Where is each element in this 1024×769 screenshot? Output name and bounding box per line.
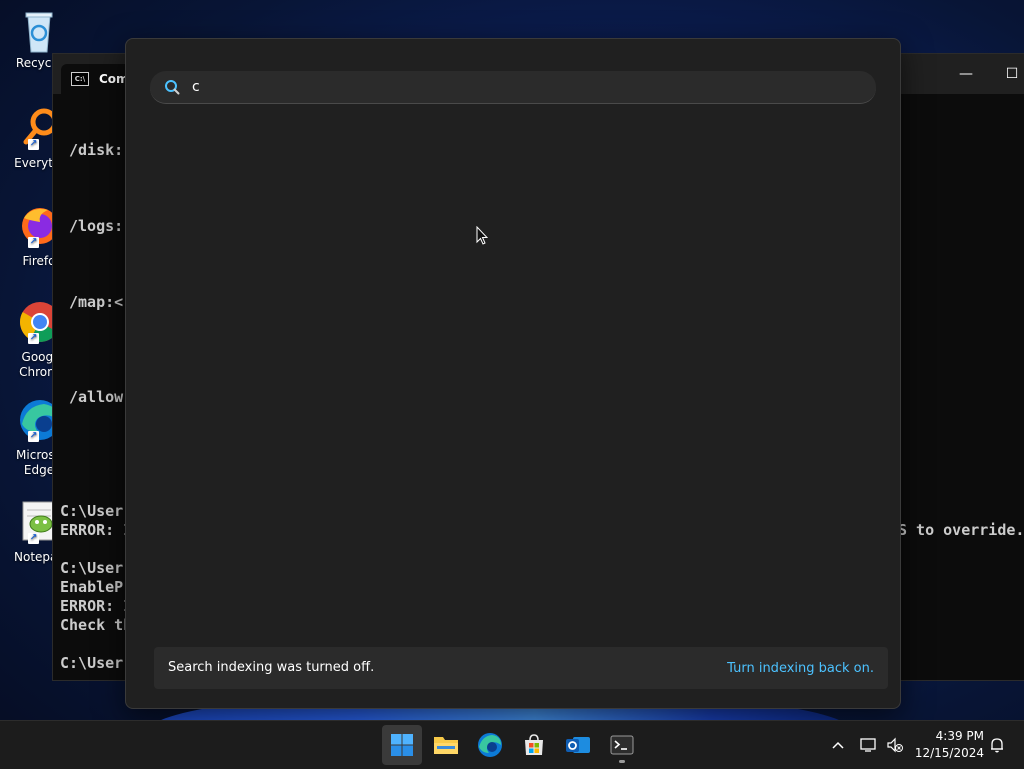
indexing-status-text: Search indexing was turned off. (168, 660, 375, 675)
edge-taskbar-button[interactable] (470, 725, 510, 765)
search-icon (165, 80, 180, 95)
microsoft-store-button[interactable] (514, 725, 554, 765)
cmd-line: /disk: (69, 141, 124, 159)
start-button[interactable] (382, 725, 422, 765)
shortcut-arrow-icon: ↗ (28, 139, 39, 150)
cmd-line: S to override. (898, 521, 1024, 539)
minimize-button[interactable]: — (943, 54, 989, 94)
shortcut-arrow-icon: ↗ (28, 431, 39, 442)
terminal-button[interactable] (602, 725, 642, 765)
cmd-line: ERROR: I (60, 521, 133, 539)
speaker-muted-icon (887, 737, 903, 753)
edge-icon (478, 733, 502, 757)
cmd-tab-icon: C:\ (71, 72, 89, 86)
clock[interactable]: 4:39 PM 12/15/2024 (910, 728, 984, 762)
mouse-cursor-icon (476, 226, 488, 245)
indexing-status-bar: Search indexing was turned off. Turn ind… (154, 647, 888, 689)
cmd-line: C:\User (60, 559, 124, 577)
turn-indexing-on-link[interactable]: Turn indexing back on. (727, 661, 874, 676)
cmd-line: /allow (69, 388, 124, 406)
cmd-line: C:\User (60, 654, 124, 672)
windows-start-icon (391, 734, 413, 756)
shortcut-arrow-icon: ↗ (28, 533, 39, 544)
clock-time: 4:39 PM (935, 729, 984, 743)
network-button[interactable] (858, 721, 880, 769)
maximize-icon: ☐ (1005, 66, 1019, 82)
cmd-line: ERROR: I (60, 597, 133, 615)
minimize-icon: — (959, 66, 973, 82)
terminal-icon (610, 735, 634, 755)
show-hidden-icons-button[interactable] (826, 721, 850, 769)
cmd-line: C:\User (60, 502, 124, 520)
cmd-line: /logs: (69, 217, 124, 235)
search-box[interactable] (150, 71, 876, 104)
running-indicator (619, 760, 625, 763)
shortcut-arrow-icon: ↗ (28, 237, 39, 248)
chevron-up-icon (832, 741, 844, 749)
cmd-line: Check th (60, 616, 133, 634)
notifications-button[interactable] (986, 721, 1008, 769)
network-disconnected-icon (860, 738, 876, 752)
microsoft-store-icon (525, 734, 543, 755)
file-explorer-button[interactable] (426, 725, 466, 765)
shortcut-arrow-icon: ↗ (28, 333, 39, 344)
outlook-button[interactable] (558, 725, 598, 765)
search-input[interactable] (192, 75, 852, 99)
outlook-icon (566, 737, 590, 753)
cmd-line: EnableP (60, 578, 124, 596)
cmd-line: /map:< (69, 293, 124, 311)
bell-icon (991, 738, 1003, 753)
search-flyout[interactable]: Search indexing was turned off. Turn ind… (125, 38, 901, 709)
folder-icon (434, 737, 458, 754)
clock-date: 12/15/2024 (914, 746, 984, 760)
taskbar: 4:39 PM 12/15/2024 (0, 720, 1024, 769)
volume-button[interactable] (884, 721, 906, 769)
maximize-button[interactable]: ☐ (989, 54, 1024, 94)
recycle-bin-icon (18, 8, 60, 53)
